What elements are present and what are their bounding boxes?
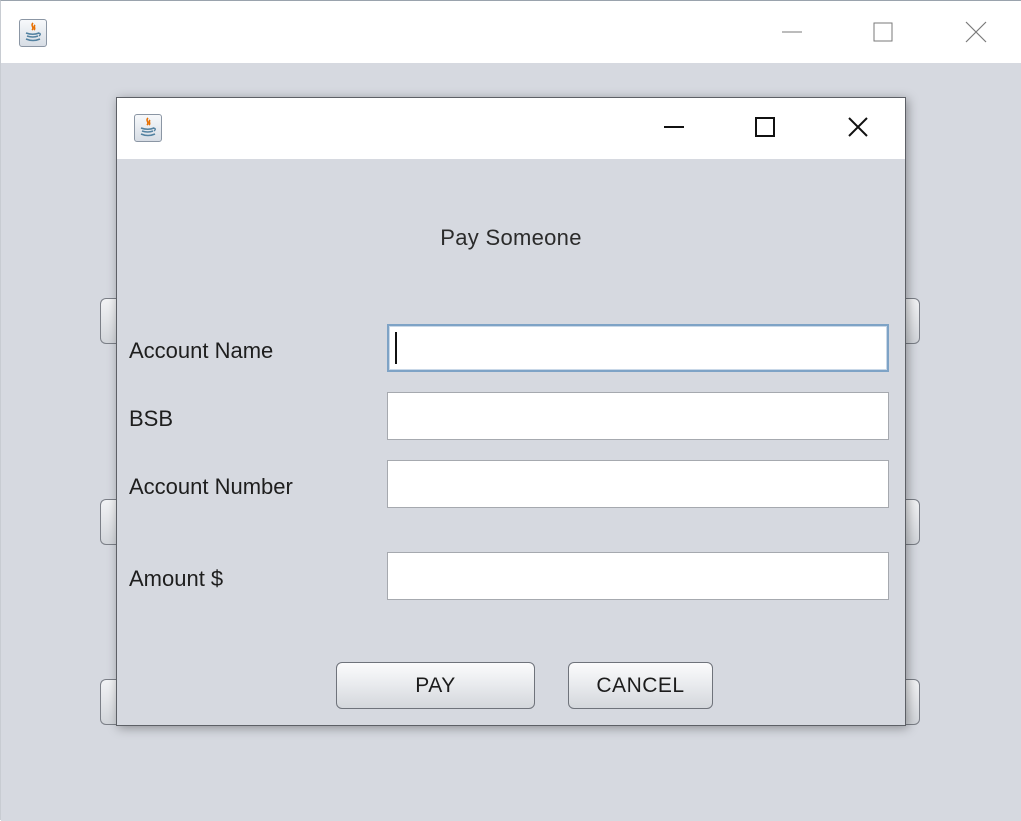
minimize-icon[interactable] [772,12,812,52]
close-icon[interactable] [956,12,996,52]
close-icon[interactable] [838,107,878,147]
pay-button[interactable]: PAY [336,662,535,709]
account-name-label: Account Name [129,338,274,363]
amount-input[interactable] [387,552,889,600]
java-app-icon [134,114,162,142]
cancel-button[interactable]: CANCEL [568,662,713,709]
account-number-input[interactable] [387,460,889,508]
account-name-input[interactable] [387,324,889,372]
bsb-input[interactable] [387,392,889,440]
main-window-titlebar[interactable] [1,1,1021,63]
maximize-icon[interactable] [745,107,785,147]
maximize-icon[interactable] [863,12,903,52]
java-app-icon [19,19,47,47]
minimize-icon[interactable] [654,107,694,147]
pay-someone-dialog: Pay Someone Account Name BSB Account Num… [116,97,906,726]
dialog-titlebar[interactable] [117,98,905,159]
dialog-content: Pay Someone Account Name BSB Account Num… [117,159,905,725]
bsb-label: BSB [129,406,174,431]
text-caret [395,332,397,364]
amount-label: Amount $ [129,566,224,591]
dialog-heading: Pay Someone [440,225,582,250]
account-number-label: Account Number [129,474,293,499]
